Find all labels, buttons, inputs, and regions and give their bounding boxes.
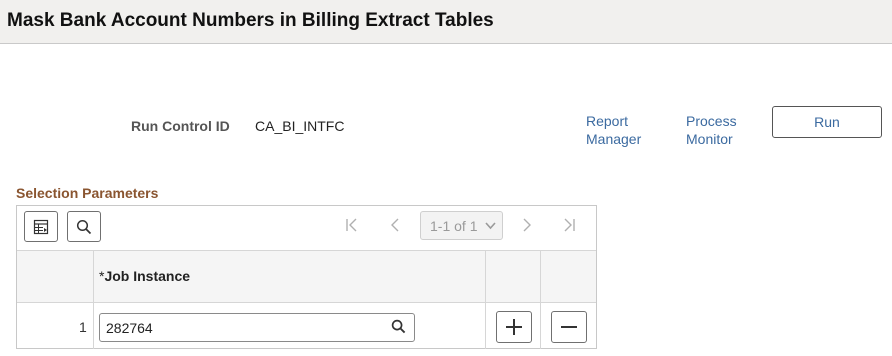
next-page-icon[interactable] [521, 218, 533, 232]
report-manager-link-line2: Manager [586, 131, 642, 147]
run-control-id-label: Run Control ID [131, 118, 230, 134]
section-title: Selection Parameters [16, 185, 159, 201]
job-instance-column-header: *Job Instance [99, 268, 190, 284]
column-divider [485, 250, 486, 349]
column-divider [540, 250, 541, 349]
plus-icon [506, 319, 522, 335]
report-manager-link-line1: Report [586, 113, 629, 129]
report-manager-link[interactable]: Report Manager [586, 112, 641, 148]
run-button[interactable]: Run [772, 106, 882, 138]
first-page-icon[interactable] [345, 218, 359, 232]
process-monitor-link-line1: Process [686, 113, 737, 129]
page-title: Mask Bank Account Numbers in Billing Ext… [7, 10, 494, 31]
process-monitor-link-line2: Monitor [686, 131, 733, 147]
selection-parameters-grid: 1-1 of 1 *Job Instance 1 [16, 205, 597, 349]
run-control-id-value: CA_BI_INTFC [255, 118, 345, 134]
column-divider [93, 250, 94, 349]
add-row-button[interactable] [496, 311, 532, 343]
job-instance-input[interactable] [99, 313, 415, 342]
search-icon[interactable] [391, 319, 406, 334]
view-all-button[interactable] [24, 211, 58, 242]
job-instance-header-label: Job Instance [104, 268, 191, 284]
grid-view-icon [33, 219, 49, 234]
process-monitor-link[interactable]: Process Monitor [686, 112, 737, 148]
chevron-down-icon [485, 222, 496, 230]
title-bar: Mask Bank Account Numbers in Billing Ext… [0, 0, 892, 44]
search-icon [76, 219, 92, 234]
minus-icon [561, 326, 577, 328]
grid-toolbar: 1-1 of 1 [17, 206, 596, 250]
find-button[interactable] [67, 211, 101, 242]
last-page-icon[interactable] [562, 218, 576, 232]
previous-page-icon[interactable] [389, 218, 401, 232]
delete-row-button[interactable] [551, 311, 587, 343]
pager-select[interactable]: 1-1 of 1 [420, 211, 503, 240]
pager-text: 1-1 of 1 [430, 218, 478, 234]
row-number: 1 [79, 319, 87, 335]
